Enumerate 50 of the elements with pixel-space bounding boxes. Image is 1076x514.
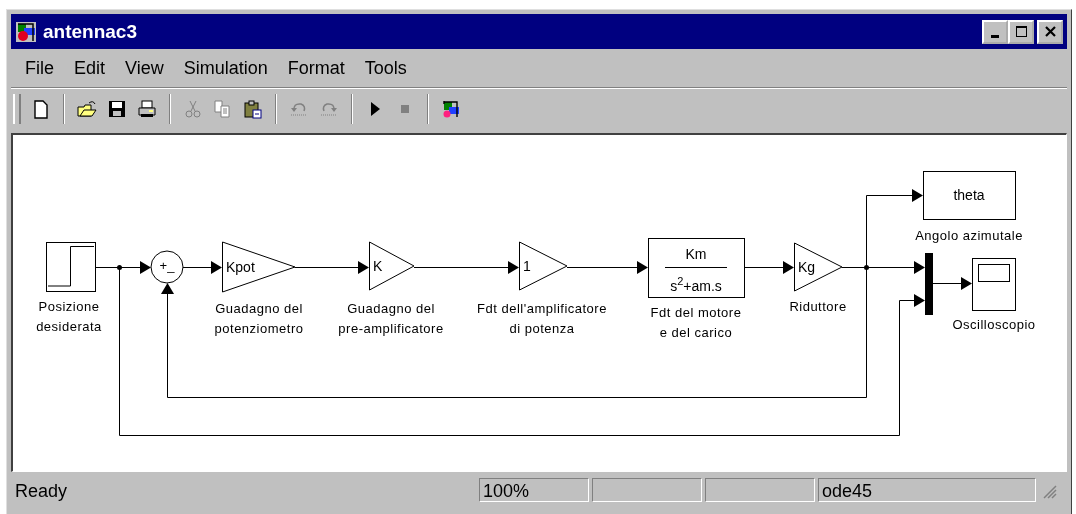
gain-value: Kpot xyxy=(226,258,255,277)
app-icon xyxy=(15,20,37,43)
gain-block xyxy=(794,242,843,292)
scope-block xyxy=(972,258,1016,311)
block-label: Fdt dell'amplificatore di potenza xyxy=(477,300,607,338)
window-title: antennac3 xyxy=(43,20,138,43)
zoom-level: 100% xyxy=(479,478,589,502)
step-block xyxy=(46,242,96,292)
gain-value: K xyxy=(373,257,383,276)
block-label: Riduttore xyxy=(789,298,847,316)
library-icon xyxy=(441,99,461,119)
gain-block xyxy=(519,241,568,291)
display-value: theta xyxy=(952,186,986,205)
block-label: Fdt del motore e del carico xyxy=(650,304,742,342)
scissors-icon xyxy=(183,99,203,119)
solver-name: ode45 xyxy=(818,478,1036,502)
menu-item[interactable]: Edit xyxy=(66,55,114,81)
close-icon xyxy=(1044,26,1056,37)
branch-point xyxy=(864,265,869,270)
folder-icon xyxy=(77,99,97,119)
toolbar-grip[interactable] xyxy=(13,94,21,124)
numerator: Km xyxy=(684,245,708,262)
sum-junction xyxy=(150,250,184,284)
menu-item[interactable]: File xyxy=(17,55,62,81)
block-label: Oscilloscopio xyxy=(952,316,1036,334)
menu-item[interactable]: Tools xyxy=(356,55,415,81)
menu-item[interactable]: View xyxy=(117,55,172,81)
status-message: Ready xyxy=(14,480,69,502)
printer-icon xyxy=(137,99,157,119)
block-label: Posizione desiderata xyxy=(36,298,102,336)
minimize-button[interactable] xyxy=(982,19,1008,44)
block-label: Angolo azimutale xyxy=(915,227,1023,245)
close-button[interactable] xyxy=(1037,19,1063,44)
denominator: s$^{2}$+am.s xyxy=(669,274,723,293)
copy-icon xyxy=(213,99,233,119)
sum-signs: +_ xyxy=(158,257,176,275)
maximize-button[interactable] xyxy=(1008,19,1034,44)
clipboard-icon xyxy=(243,99,263,119)
gain-block xyxy=(369,241,415,291)
block-label: Guadagno del potenziometro xyxy=(214,300,304,338)
menu-item[interactable]: Simulation xyxy=(175,55,276,81)
maximize-icon xyxy=(1015,26,1027,37)
block-label: Guadagno del pre-amplificatore xyxy=(338,300,444,338)
gain-value: 1 xyxy=(523,257,531,276)
menu-item[interactable]: Format xyxy=(279,55,353,81)
signal-line xyxy=(932,277,972,290)
gain-value: Kg xyxy=(798,258,816,277)
minimize-icon xyxy=(991,34,999,38)
new-file-icon xyxy=(31,99,51,119)
branch-point xyxy=(117,265,122,270)
